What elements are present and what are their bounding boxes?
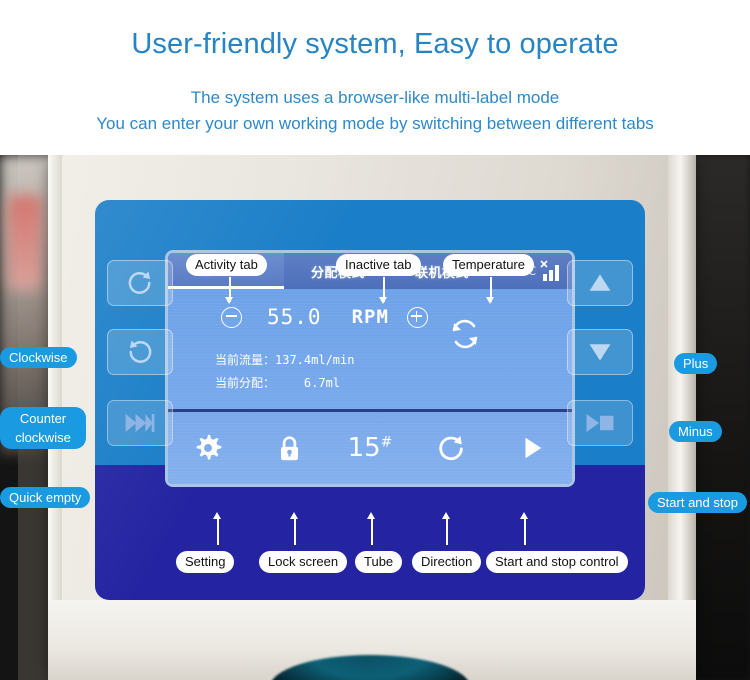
subtitle-line-2: You can enter your own working mode by s… <box>96 114 654 133</box>
plus-circle-icon[interactable] <box>406 306 428 328</box>
callout-start-stop-control: Start and stop control <box>486 551 628 573</box>
leader-line-setting <box>217 517 219 545</box>
callout-lock-screen: Lock screen <box>259 551 348 573</box>
leader-arrow-direction <box>442 512 450 519</box>
leader-arrow-setting <box>213 512 221 519</box>
direction-clockwise-icon[interactable] <box>421 425 481 471</box>
minus-circle-icon[interactable] <box>221 306 242 328</box>
lcd-toolbar: 15# <box>168 412 572 484</box>
callout-temperature: Temperature <box>443 254 534 276</box>
leader-line-direction <box>446 517 448 545</box>
callout-activity-tab: Activity tab <box>186 254 267 276</box>
counter-clockwise-button[interactable] <box>107 329 173 375</box>
callout-setting: Setting <box>176 551 235 573</box>
callout-counter-clockwise: Counter clockwise <box>0 407 86 449</box>
settings-gear-icon[interactable] <box>178 425 238 471</box>
leader-arrow-lock-screen <box>290 512 298 519</box>
clockwise-arrow-icon <box>128 271 151 294</box>
subtitle-line-1: The system uses a browser-like multi-lab… <box>190 88 560 107</box>
header-banner: User-friendly system, Easy to operate Th… <box>0 0 750 155</box>
speed-value[interactable]: 55.0 <box>267 305 322 329</box>
callout-tube: Tube <box>355 551 403 573</box>
dispense-volume-readout: 当前分配： 6.7ml <box>215 376 341 390</box>
callout-clockwise: Clockwise <box>0 347 77 368</box>
callout-counter-clockwise-line2: clockwise <box>15 430 71 445</box>
leader-arrow-tube <box>367 512 375 519</box>
triangle-up-icon <box>589 274 611 291</box>
clockwise-button[interactable] <box>107 260 173 306</box>
lcd-main-area: 55.0 RPM 当前流量：137.4ml/min 当前分配： 6.7ml <box>168 289 572 409</box>
leader-arrow-activity-tab <box>225 297 233 304</box>
page-title: User-friendly system, Easy to operate <box>131 28 619 60</box>
leader-line-lock-screen <box>294 517 296 545</box>
leader-arrow-inactive-tab <box>379 297 387 304</box>
tube-number-suffix: # <box>380 434 393 451</box>
lcd-screen[interactable]: 连续模式 分配模式 联机模式 00.0℃ 55.0 RPM <box>165 250 575 487</box>
minus-button[interactable] <box>567 329 633 375</box>
callout-start-and-stop: Start and stop <box>648 492 747 513</box>
plus-button[interactable] <box>567 260 633 306</box>
quick-empty-button[interactable] <box>107 400 173 446</box>
lock-icon[interactable] <box>259 425 319 471</box>
play-stop-icon <box>586 414 614 432</box>
leader-arrow-start-stop-control <box>520 512 528 519</box>
counter-clockwise-arrow-icon <box>129 340 152 363</box>
start-stop-button[interactable] <box>567 400 633 446</box>
callout-plus: Plus <box>674 353 718 374</box>
photo-background-red-object <box>8 195 42 290</box>
triangle-down-icon <box>589 344 611 361</box>
callout-direction: Direction <box>412 551 482 573</box>
callout-minus: Minus <box>669 421 722 442</box>
signal-bars-no-connection-icon <box>540 260 559 281</box>
callout-quick-empty: Quick empty <box>0 487 91 508</box>
tube-number[interactable]: 15# <box>340 425 400 471</box>
flow-rate-readout: 当前流量：137.4ml/min <box>215 353 355 367</box>
callout-counter-clockwise-line1: Counter <box>19 411 67 426</box>
leader-line-tube <box>371 517 373 545</box>
speed-unit-label: RPM <box>351 306 389 328</box>
leader-line-start-stop-control <box>524 517 526 545</box>
leader-arrow-temperature <box>486 297 494 304</box>
tube-number-value: 15 <box>347 433 381 463</box>
fast-forward-icon <box>125 414 155 432</box>
rotate-arrows-icon[interactable] <box>448 317 482 351</box>
play-icon[interactable] <box>502 425 562 471</box>
device-photo: ® 连续模式 分配模式 联机模式 00.0℃ 55.0 RPM <box>0 155 750 680</box>
callout-inactive-tab: Inactive tab <box>336 254 421 276</box>
